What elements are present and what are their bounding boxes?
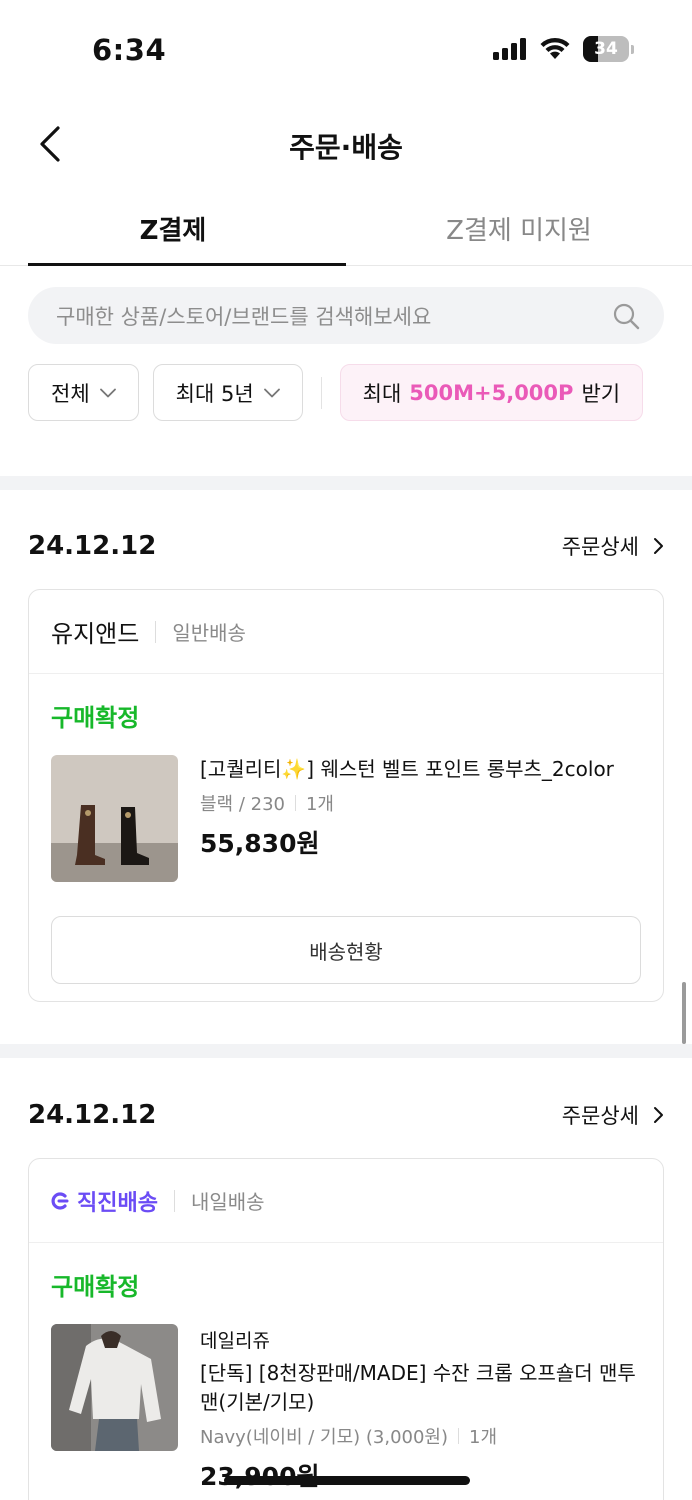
order-detail-label: 주문상세 [561, 1104, 639, 1128]
status-time: 6:34 [92, 33, 167, 67]
store-row: 직진배송 내일배송 [29, 1159, 663, 1243]
store-name[interactable]: 유지앤드 [51, 614, 139, 649]
order-status: 구매확정 [51, 704, 140, 732]
tab-z-pay[interactable]: Z결제 [0, 190, 346, 266]
active-tab-indicator [28, 263, 346, 266]
status-filter-dropdown[interactable]: 전체 [28, 364, 139, 421]
product-option-row: Navy(네이비 / 기모) (3,000원) 1개 [200, 1423, 641, 1449]
product-name: [단독] [8천장판매/MADE] 수잔 크롭 오프숄더 맨투맨(기본/기모) [200, 1361, 636, 1414]
store-row: 유지앤드 일반배송 [29, 590, 663, 674]
product-thumbnail[interactable] [51, 755, 178, 882]
scrollbar[interactable] [682, 982, 686, 1044]
status-filter-label: 전체 [51, 381, 90, 406]
delivery-status-button[interactable]: 배송현황 [51, 916, 641, 984]
direct-delivery-label: 직진배송 [77, 1190, 158, 1216]
section-divider [0, 476, 692, 490]
product-option: Navy(네이비 / 기모) (3,000원) [200, 1427, 449, 1448]
order-card-body: 구매확정 데일리쥬 [단독] [8천장판매/MADE] 수잔 크롭 오프숄더 맨… [29, 1243, 663, 1500]
order-status: 구매확정 [51, 1273, 140, 1301]
order-card-body: 구매확정 [고퀄리티✨] 웨스턴 벨트 포인트 롱부츠_2color 블랙 / … [29, 674, 663, 1001]
battery-tip [631, 44, 634, 54]
chevron-down-icon [99, 388, 116, 397]
payment-tabs: Z결제 Z결제 미지원 [0, 190, 692, 266]
battery-icon: 34 [583, 36, 629, 62]
order-header: 24.12.12 주문상세 [28, 1095, 664, 1135]
points-promo-button[interactable]: 최대 500M+5,000P 받기 [339, 364, 644, 421]
direct-delivery-badge: 직진배송 [51, 1185, 158, 1217]
wifi-icon [540, 37, 570, 59]
order-detail-label: 주문상세 [561, 535, 639, 559]
store-separator [155, 620, 157, 643]
cellular-signal-icon [493, 38, 526, 60]
tab-z-pay-unsupported[interactable]: Z결제 미지원 [346, 190, 692, 266]
product-item[interactable]: 데일리쥬 [단독] [8천장판매/MADE] 수잔 크롭 오프숄더 맨투맨(기본… [51, 1324, 641, 1493]
option-separator [294, 795, 296, 811]
product-item[interactable]: [고퀄리티✨] 웨스턴 벨트 포인트 롱부츠_2color 블랙 / 230 1… [51, 755, 641, 882]
chevron-right-icon [654, 1107, 663, 1123]
product-name: [고퀄리티✨] 웨스턴 벨트 포인트 롱부츠_2color [200, 757, 614, 781]
battery-level: 34 [594, 39, 618, 59]
product-option: 블랙 / 230 [200, 794, 285, 815]
order-header: 24.12.12 주문상세 [28, 526, 664, 566]
filter-divider [320, 376, 322, 409]
product-price: 55,830원 [200, 829, 320, 858]
order-search-input[interactable]: 구매한 상품/스토어/브랜드를 검색해보세요 [28, 287, 664, 344]
shipping-type: 일반배송 [172, 621, 246, 645]
nav-bar: 주문·배송 [0, 108, 692, 178]
status-bar: 6:34 34 [0, 0, 692, 100]
promo-highlight: 500M+5,000P [409, 380, 574, 405]
page-title: 주문·배송 [289, 131, 403, 164]
sweatshirt-product-image [51, 1324, 178, 1451]
product-quantity: 1개 [469, 1427, 498, 1448]
status-icons: 34 [493, 36, 634, 62]
product-price: 23,900원 [200, 1457, 641, 1493]
store-separator [173, 1189, 175, 1212]
period-filter-label: 최대 5년 [175, 381, 254, 406]
promo-prefix: 최대 [362, 381, 402, 406]
order-date: 24.12.12 [28, 531, 157, 561]
tab-z-pay-label: Z결제 [139, 215, 207, 246]
chevron-down-icon [263, 388, 280, 397]
order-detail-link[interactable]: 주문상세 [562, 1100, 664, 1130]
tab-z-pay-unsupported-label: Z결제 미지원 [446, 215, 592, 246]
shipping-type: 내일배송 [190, 1190, 265, 1214]
section-divider [0, 1044, 692, 1058]
product-info: [고퀄리티✨] 웨스턴 벨트 포인트 롱부츠_2color 블랙 / 230 1… [200, 755, 641, 882]
period-filter-dropdown[interactable]: 최대 5년 [152, 364, 303, 421]
order-date: 24.12.12 [28, 1100, 157, 1130]
order-detail-link[interactable]: 주문상세 [562, 531, 664, 561]
filter-row: 전체 최대 5년 최대 500M+5,000P 받기 [28, 364, 644, 421]
product-brand[interactable]: 데일리쥬 [200, 1326, 641, 1353]
product-info: 데일리쥬 [단독] [8천장판매/MADE] 수잔 크롭 오프숄더 맨투맨(기본… [200, 1324, 641, 1493]
promo-suffix: 받기 [581, 381, 621, 406]
order-card: 직진배송 내일배송 구매확정 데일리쥬 [단독] [8천장판매/MADE] 수잔… [28, 1158, 664, 1500]
search-icon[interactable] [612, 302, 640, 330]
option-separator [458, 1428, 460, 1444]
product-thumbnail[interactable] [51, 1324, 178, 1451]
home-indicator[interactable] [224, 1476, 470, 1485]
product-option-row: 블랙 / 230 1개 [200, 790, 641, 816]
order-card: 유지앤드 일반배송 구매확정 [고퀄리티✨] 웨스턴 벨트 포인트 롱부츠_2c… [28, 589, 664, 1002]
search-placeholder: 구매한 상품/스토어/브랜드를 검색해보세요 [56, 304, 432, 329]
delivery-status-label: 배송현황 [309, 939, 383, 964]
product-quantity: 1개 [305, 794, 334, 815]
boots-product-image [51, 755, 178, 882]
chevron-right-icon [654, 538, 663, 554]
direct-delivery-icon [51, 1191, 69, 1210]
